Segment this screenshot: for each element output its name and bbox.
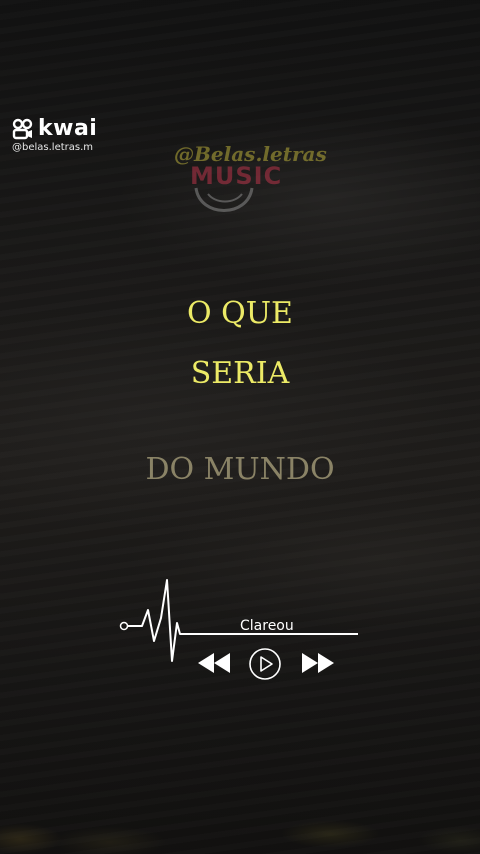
rewind-icon[interactable] (196, 651, 232, 675)
kwai-watermark: kwai @belas.letras.m (12, 116, 97, 153)
kwai-logo-icon (12, 118, 33, 139)
watermark-music-label: MUSIC (190, 162, 283, 190)
fast-forward-icon[interactable] (300, 651, 336, 675)
belas-letras-logo: MUSIC @Belas.letras (170, 142, 327, 222)
lyric-line-1: O QUE (187, 296, 293, 331)
music-player: Clareou (118, 575, 362, 695)
lyric-line-3: DO MUNDO (145, 452, 335, 487)
creator-username: @belas.letras.m (12, 142, 94, 153)
kwai-brand-name: kwai (38, 116, 98, 141)
song-title: Clareou (240, 618, 294, 634)
bottom-light-glow (0, 794, 480, 854)
play-icon[interactable] (248, 647, 282, 681)
lyric-line-2: SERIA (190, 356, 290, 391)
watermark-script-label: @Belas.letras (174, 142, 327, 166)
